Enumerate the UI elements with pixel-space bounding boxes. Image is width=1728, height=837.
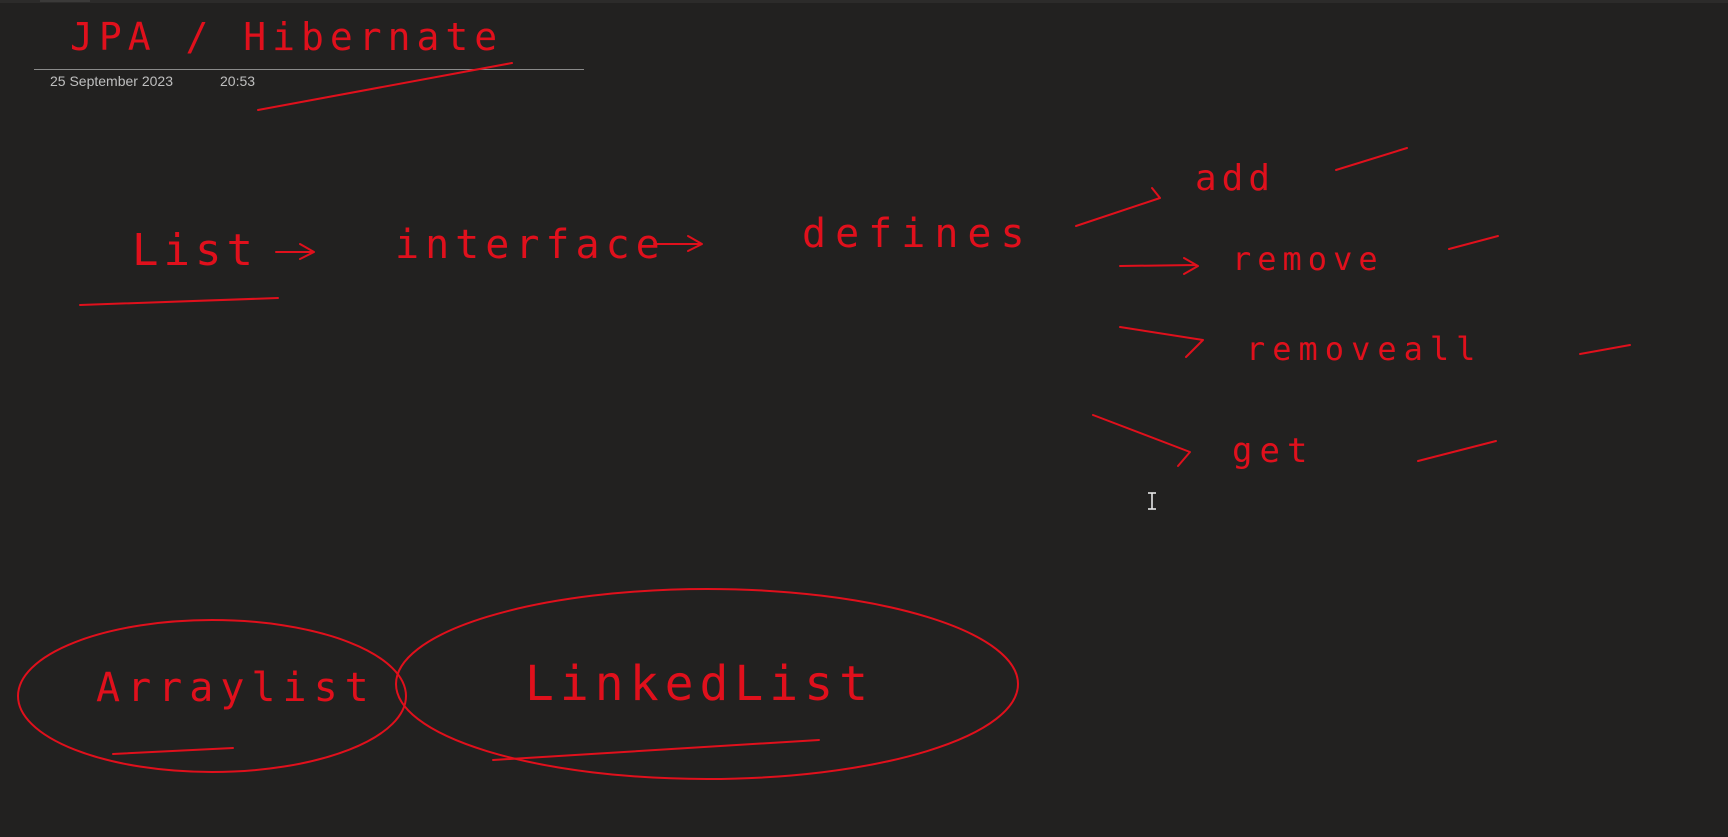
ink-method-add: add (1195, 158, 1275, 199)
ink-arrow-1 (275, 243, 315, 260)
ink-linkedlist: LinkedList (525, 656, 874, 712)
ink-defines: defines (802, 211, 1034, 257)
ink-arraylist: Arraylist (96, 665, 376, 711)
ink-tick-get (1417, 440, 1497, 462)
ink-method-remove: remove (1232, 240, 1384, 278)
ink-arrow-get (1092, 414, 1191, 467)
ink-list-underline (79, 297, 279, 306)
ink-method-removeall: removeall (1246, 330, 1482, 368)
ink-arrow-add (1075, 187, 1161, 227)
ink-tick-add (1335, 147, 1408, 171)
ink-title: JPA / Hibernate (70, 15, 503, 59)
ink-arrow-remove (1119, 257, 1199, 275)
ink-arrow-removeall (1119, 326, 1204, 358)
ink-title-underline (257, 62, 513, 111)
onenote-page-canvas[interactable]: 25 September 2023 20:53 JPA / Hibernate … (0, 0, 1728, 837)
ink-interface: interface (395, 222, 666, 268)
ink-arraylist-underline (112, 747, 234, 755)
ink-layer[interactable]: JPA / Hibernate List interface defines a… (0, 0, 1728, 837)
ink-list: List (132, 225, 258, 276)
ink-tick-removeall (1579, 344, 1631, 355)
text-cursor-icon (1147, 491, 1157, 511)
ink-tick-remove (1448, 235, 1499, 250)
ink-linkedlist-underline (492, 739, 820, 761)
ink-method-get: get (1232, 431, 1314, 471)
